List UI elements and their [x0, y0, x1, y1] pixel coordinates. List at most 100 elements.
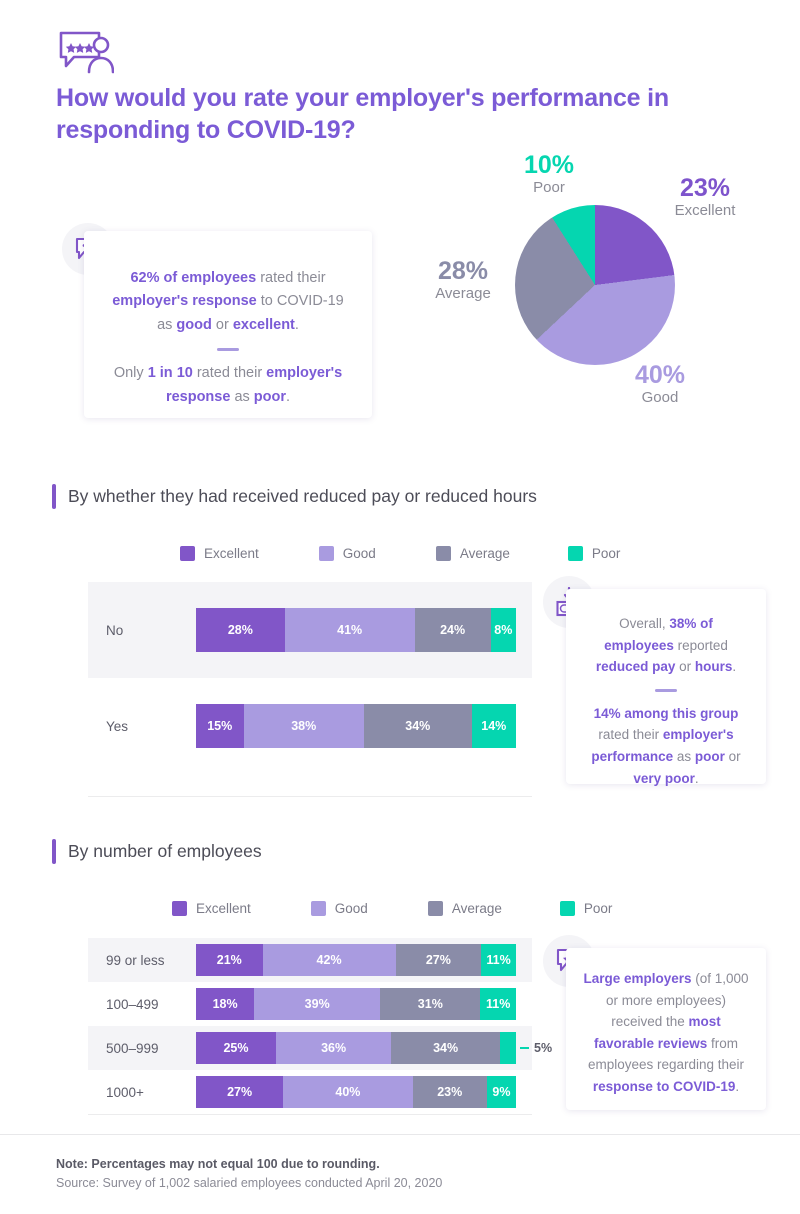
bar-row: 1000+ 27% 40% 23% 9%: [88, 1070, 532, 1114]
stacked-bar: 21% 42% 27% 11%: [196, 944, 516, 976]
bar-segment-average: 23%: [412, 1076, 487, 1108]
legend-item-poor: Poor: [567, 546, 621, 561]
review-person-speech-bubble-icon: [58, 30, 115, 76]
bar-segment-poor: [499, 1032, 516, 1064]
bar-row-label: 100–499: [106, 996, 159, 1012]
bar-segment-poor: 14%: [471, 704, 516, 748]
section-accent-bar: [52, 839, 56, 864]
infographic-page: How would you rate your employer's perfo…: [0, 0, 800, 1214]
legend-label: Average: [451, 901, 502, 916]
legend-label: Average: [459, 546, 510, 561]
bar-segment-excellent: 21%: [196, 944, 263, 976]
legend-label: Poor: [583, 901, 613, 916]
pie-label-poor: 10% Poor: [523, 151, 575, 197]
footer-note: Note: Percentages may not equal 100 due …: [56, 1157, 380, 1171]
legend-item-average: Average: [427, 901, 502, 916]
bar-row-label: 500–999: [106, 1040, 159, 1056]
section-header-reduced-pay: By whether they had received reduced pay…: [52, 484, 537, 509]
bar-external-label: 5%: [520, 1041, 552, 1055]
legend-item-poor: Poor: [559, 901, 613, 916]
legend-employee-count: Excellent Good Average Poor: [172, 901, 612, 916]
pie-slices: [515, 205, 675, 365]
legend-item-excellent: Excellent: [180, 546, 259, 561]
legend-swatch-poor: [567, 546, 583, 561]
card2-divider: [655, 688, 677, 692]
card1-paragraph-2: Only 1 in 10 rated their employer's resp…: [113, 365, 343, 405]
bar-segment-poor: 8%: [490, 608, 516, 652]
legend-item-good: Good: [318, 546, 376, 561]
pie-label-average: 28% Average: [435, 257, 491, 303]
section-header-employee-count: By number of employees: [52, 839, 262, 864]
bar-segment-good: 38%: [243, 704, 364, 748]
stacked-bar: 25% 36% 34%: [196, 1032, 516, 1064]
legend-item-average: Average: [435, 546, 510, 561]
bar-segment-average: 31%: [380, 988, 481, 1020]
bar-segment-excellent: 28%: [196, 608, 285, 652]
bar-chart-employee-count: 99 or less 21% 42% 27% 11% 100–499 18% 39% 31% 11…: [88, 938, 552, 1115]
bar-segment-poor: 11%: [481, 944, 516, 976]
legend-swatch-average: [435, 546, 451, 561]
page-title: How would you rate your employer's perfo…: [56, 84, 669, 144]
bar-row-label: Yes: [106, 718, 129, 734]
legend-label: Excellent: [204, 546, 259, 561]
legend-swatch-excellent: [180, 546, 195, 561]
stacked-bar: 27% 40% 23% 9%: [196, 1076, 516, 1108]
callout-card-overall-rating: 62% of employees rated their employer's …: [84, 231, 372, 418]
stacked-bar: 15% 38% 34% 14%: [196, 704, 516, 748]
card3-paragraph-1: Large employers (of 1,000 or more employ…: [583, 971, 749, 1094]
bar-segment-good: 42%: [262, 944, 396, 976]
bar-segment-excellent: 25%: [196, 1032, 276, 1064]
bar-segment-good: 41%: [284, 608, 415, 652]
bar-external-label-text: 5%: [534, 1041, 553, 1055]
legend-label: Good: [334, 901, 368, 916]
bar-row: 99 or less 21% 42% 27% 11%: [88, 938, 532, 982]
legend-item-good: Good: [310, 901, 368, 916]
bar-row-label: 99 or less: [106, 952, 165, 968]
bar-row-label: 1000+: [106, 1084, 144, 1100]
bar-segment-good: 36%: [276, 1032, 392, 1064]
stacked-bar: 28% 41% 24% 8%: [196, 608, 516, 652]
callout-card-large-employers: Large employers (of 1,000 or more employ…: [566, 948, 766, 1110]
footer-source: Source: Survey of 1,002 salaried employe…: [56, 1176, 443, 1191]
footer: Note: Percentages may not equal 100 due …: [56, 1155, 442, 1194]
bar-segment-average: 34%: [391, 1032, 500, 1064]
footer-divider: [0, 1134, 800, 1135]
bar-segment-poor: 11%: [480, 988, 516, 1020]
bar-row: No 28% 41% 24% 8%: [88, 582, 532, 678]
legend-swatch-average: [427, 901, 443, 916]
card2-paragraph-2: 14% among this group rated their employe…: [591, 705, 741, 786]
bar-segment-good: 39%: [254, 988, 381, 1020]
section-accent-bar: [52, 484, 56, 509]
bar-segment-average: 24%: [414, 608, 491, 652]
legend-label: Excellent: [196, 901, 251, 916]
row-separator: [88, 796, 532, 797]
bar-segment-excellent: 27%: [196, 1076, 284, 1108]
bar-row: 100–499 18% 39% 31% 11%: [88, 982, 532, 1026]
legend-swatch-poor: [559, 901, 575, 916]
legend-swatch-good: [310, 901, 326, 916]
pie-chart: [515, 205, 675, 365]
pie-label-good: 40% Good: [634, 361, 686, 407]
bar-chart-reduced-pay: No 28% 41% 24% 8% Yes 15% 38% 34% 14%: [88, 582, 532, 797]
bar-segment-excellent: 18%: [196, 988, 255, 1020]
pie-label-excellent: 23% Excellent: [674, 174, 736, 220]
legend-label: Poor: [591, 546, 621, 561]
legend-item-excellent: Excellent: [172, 901, 251, 916]
bar-row-label: No: [106, 622, 124, 638]
card2-paragraph-1: Overall, 38% of employees reported reduc…: [595, 616, 737, 675]
legend-label: Good: [342, 546, 376, 561]
bar-segment-average: 27%: [395, 944, 482, 976]
bar-segment-good: 40%: [283, 1076, 413, 1108]
legend-swatch-good: [318, 546, 334, 561]
card1-divider: [217, 348, 239, 352]
leader-line: [520, 1047, 529, 1049]
bar-segment-excellent: 15%: [196, 704, 244, 748]
bar-row: 500–999 25% 36% 34% 5%: [88, 1026, 552, 1070]
card1-paragraph-1: 62% of employees rated their employer's …: [112, 270, 344, 333]
bar-row: Yes 15% 38% 34% 14%: [88, 678, 532, 774]
bar-segment-average: 34%: [363, 704, 472, 748]
callout-card-reduced-pay: Overall, 38% of employees reported reduc…: [566, 589, 766, 786]
stacked-bar: 18% 39% 31% 11%: [196, 988, 516, 1020]
legend-reduced-pay: Excellent Good Average Poor: [180, 546, 620, 561]
row-separator: [88, 1114, 532, 1115]
